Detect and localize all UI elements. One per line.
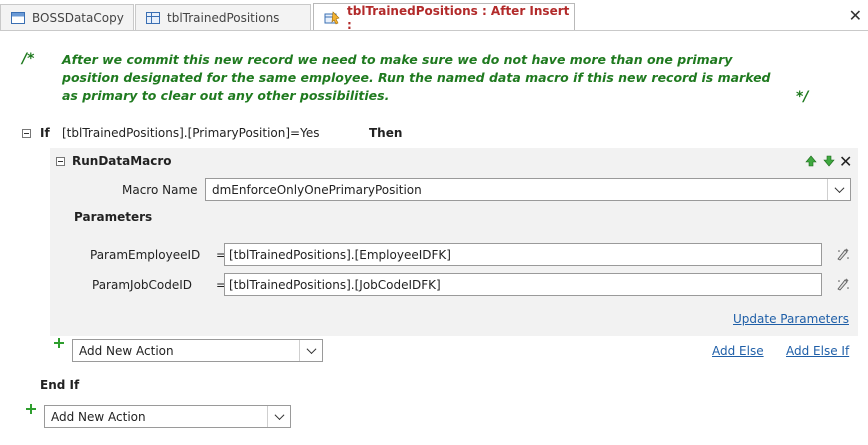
param-jobcodeid-input[interactable]: [tblTrainedPositions].[JobCodeIDFK] <box>224 273 822 296</box>
table-icon <box>146 11 160 24</box>
tab-bossdatacopy[interactable]: BOSSDataCopy <box>0 4 134 30</box>
tab-label: tblTrainedPositions : After Insert : <box>347 3 570 32</box>
close-icon[interactable]: ✕ <box>849 6 862 25</box>
tab-tbltrainedpositions[interactable]: tblTrainedPositions <box>135 4 311 30</box>
chevron-down-icon[interactable] <box>267 406 290 427</box>
add-new-action-select-outer[interactable]: Add New Action <box>44 405 291 428</box>
chevron-down-icon[interactable] <box>827 179 850 200</box>
run-data-macro-action[interactable]: RunDataMacro ✕ Macro Name dmEnforceOnlyO… <box>50 148 858 336</box>
param-employeeid-label: ParamEmployeeID <box>90 248 201 262</box>
comment-open-marker: /* <box>22 51 35 67</box>
database-icon <box>11 11 25 24</box>
tab-label: tblTrainedPositions <box>167 10 280 25</box>
move-down-icon[interactable] <box>823 155 835 170</box>
tab-divider <box>0 30 868 31</box>
data-macro-icon <box>324 10 340 25</box>
action-name: RunDataMacro <box>72 154 172 168</box>
parameters-heading: Parameters <box>74 210 153 224</box>
update-parameters-link[interactable]: Update Parameters <box>733 312 849 326</box>
add-else-if-link[interactable]: Add Else If <box>786 344 849 358</box>
add-new-action-select-inner[interactable]: Add New Action <box>72 339 323 362</box>
add-new-action-placeholder: Add New Action <box>79 343 174 358</box>
comment-close-marker: */ <box>796 89 809 105</box>
end-if-keyword: End If <box>40 378 80 392</box>
add-new-action-placeholder: Add New Action <box>51 409 146 424</box>
action-collapse-toggle[interactable] <box>56 157 65 166</box>
expression-builder-icon[interactable] <box>836 247 850 264</box>
document-tab-bar: BOSSDataCopy tblTrainedPositions tblTrai… <box>0 0 868 32</box>
then-keyword: Then <box>369 126 403 140</box>
if-keyword: If <box>40 126 50 140</box>
macro-name-value: dmEnforceOnlyOnePrimaryPosition <box>212 182 422 197</box>
macro-comment[interactable]: After we commit this new record we need … <box>62 51 782 105</box>
add-action-plus-icon[interactable] <box>26 404 36 414</box>
macro-name-select[interactable]: dmEnforceOnlyOnePrimaryPosition <box>205 178 851 201</box>
if-condition[interactable]: [tblTrainedPositions].[PrimaryPosition]=… <box>62 126 319 140</box>
move-up-icon[interactable] <box>805 155 817 170</box>
add-else-link[interactable]: Add Else <box>712 344 764 358</box>
chevron-down-icon[interactable] <box>299 340 322 361</box>
param-jobcodeid-label: ParamJobCodeID <box>92 278 193 292</box>
tab-after-insert-macro[interactable]: tblTrainedPositions : After Insert : <box>313 3 575 32</box>
add-action-plus-icon[interactable] <box>54 338 64 348</box>
expression-builder-icon[interactable] <box>836 277 850 294</box>
tab-label: BOSSDataCopy <box>32 10 124 25</box>
delete-icon[interactable]: ✕ <box>839 152 852 171</box>
param-employeeid-input[interactable]: [tblTrainedPositions].[EmployeeIDFK] <box>224 243 822 266</box>
if-collapse-toggle[interactable] <box>22 129 31 138</box>
macro-name-label: Macro Name <box>122 183 198 197</box>
